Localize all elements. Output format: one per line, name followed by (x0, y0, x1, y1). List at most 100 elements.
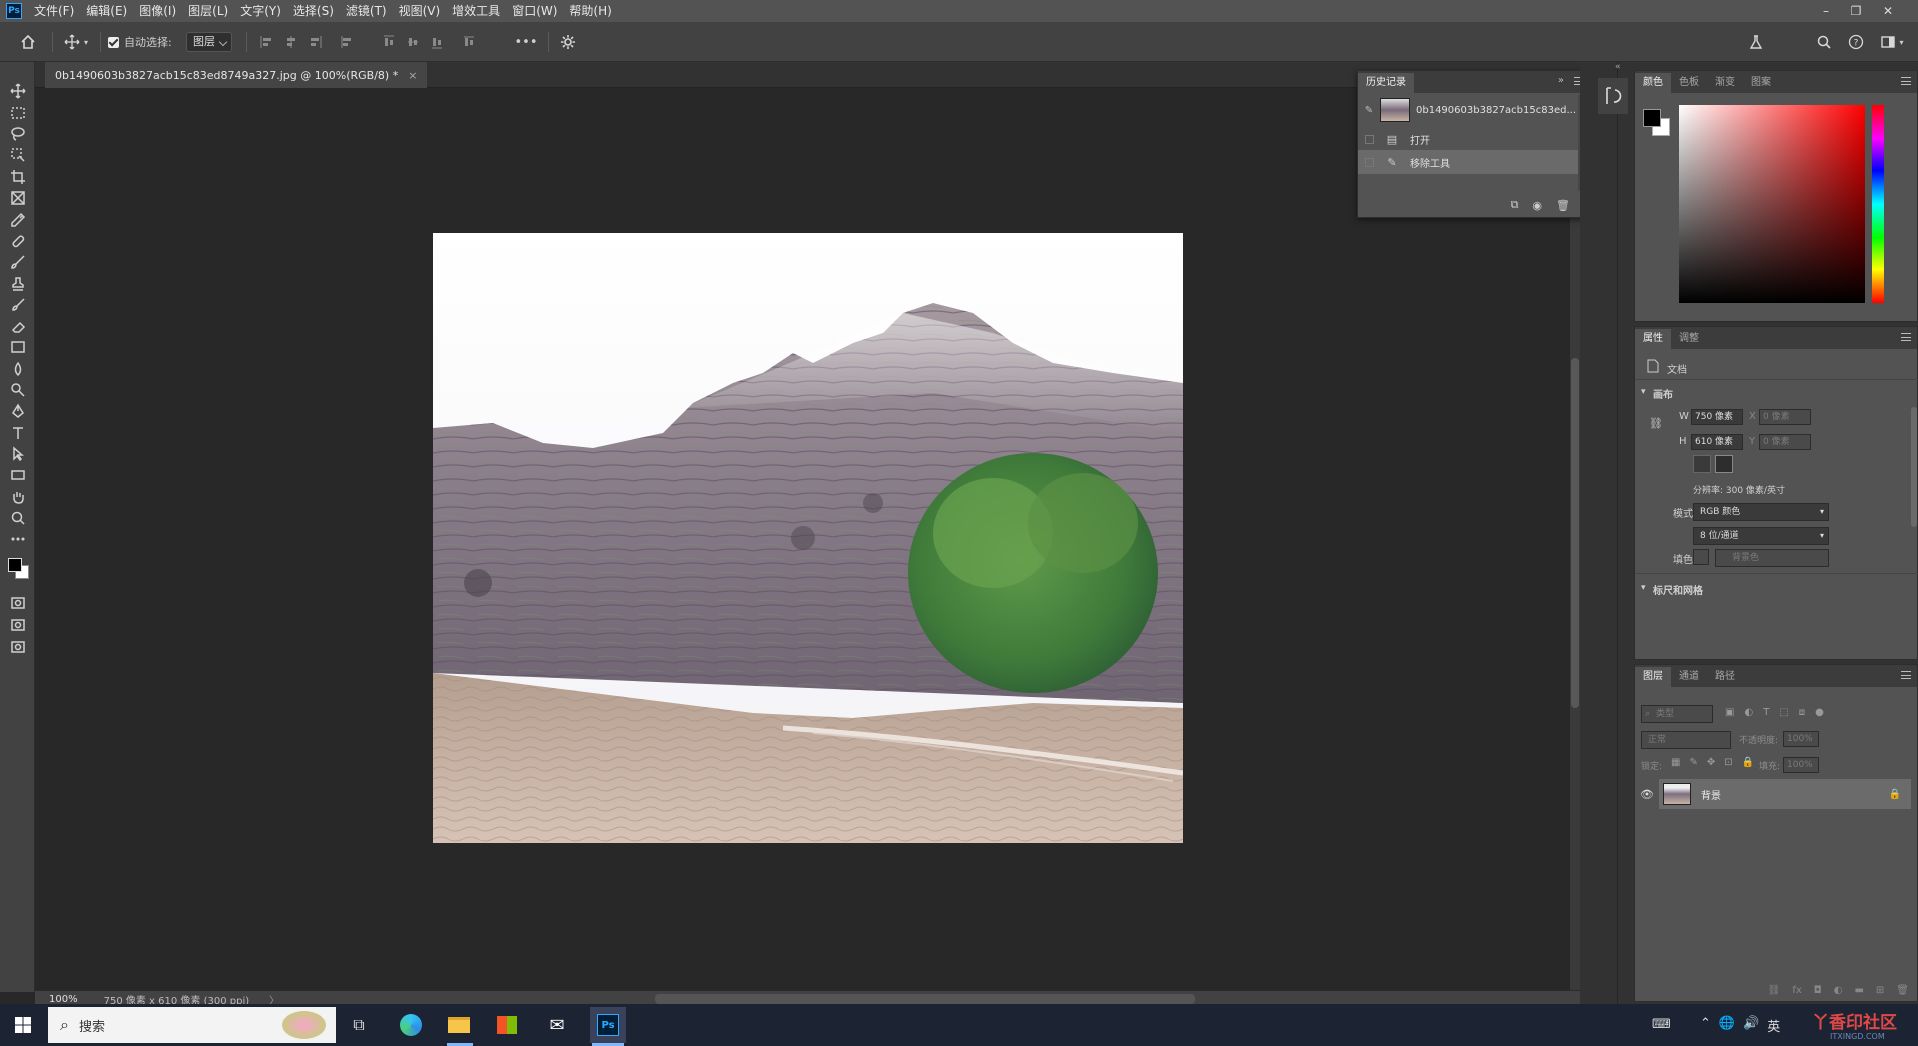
foreground-color-swatch-front[interactable] (1643, 109, 1661, 127)
blur-tool[interactable] (6, 358, 30, 380)
width-field[interactable]: 750 像素 (1691, 409, 1743, 425)
zoom-tool[interactable] (6, 507, 30, 529)
file-explorer-icon[interactable] (444, 1010, 474, 1040)
workspace-button[interactable]: ▾ (1874, 30, 1910, 54)
menu-item[interactable]: 文件(F) (28, 0, 80, 22)
path-selection-tool[interactable] (6, 443, 30, 465)
distribute-horizontal-icon[interactable] (460, 30, 478, 54)
type-filter-icon[interactable]: T (1763, 707, 1769, 718)
ime-indicator[interactable]: 英 (1767, 1016, 1780, 1035)
history-step[interactable]: ▤ 打开 (1358, 127, 1578, 151)
menu-item[interactable]: 文字(Y) (234, 0, 287, 22)
close-window-button[interactable]: ✕ (1874, 0, 1902, 22)
align-bottom-icon[interactable] (428, 30, 446, 54)
settings-button[interactable] (556, 30, 580, 54)
photoshop-taskbar-button[interactable]: Ps (590, 1007, 626, 1043)
fx-icon[interactable]: fx (1792, 985, 1801, 996)
menu-item[interactable]: 选择(S) (287, 0, 340, 22)
gradient-tool[interactable] (6, 336, 30, 358)
new-document-from-state-icon[interactable]: ⧉ (1511, 198, 1519, 212)
properties-scrollbar[interactable] (1911, 407, 1917, 527)
add-mask-icon[interactable]: ◘ (1814, 985, 1822, 996)
history-source-checkbox[interactable] (1358, 134, 1380, 144)
color-saturation-field[interactable] (1679, 105, 1865, 303)
tab-layers-2[interactable]: 路径 (1707, 667, 1743, 687)
auto-select-checkbox[interactable]: 自动选择: (108, 30, 172, 54)
history-brush-source-icon[interactable]: ✎ (1358, 105, 1380, 116)
bit-depth-dropdown[interactable]: 8 位/通道 ▾ (1693, 527, 1829, 545)
pixel-filter-icon[interactable]: ▣ (1725, 707, 1734, 718)
history-panel-button[interactable] (1598, 78, 1628, 114)
collapse-panel-icon[interactable]: » (1558, 75, 1564, 86)
move-tool[interactable] (6, 80, 30, 102)
lock-all-icon[interactable]: 🔒 (1742, 757, 1754, 768)
shape-filter-icon[interactable]: ⬚ (1779, 707, 1788, 718)
panel-menu-icon[interactable] (1901, 333, 1911, 341)
tab-properties-0[interactable]: 属性 (1635, 329, 1671, 349)
tab-color-2[interactable]: 渐变 (1707, 73, 1743, 93)
tab-layers-1[interactable]: 通道 (1671, 667, 1707, 687)
minimize-button[interactable]: – (1812, 0, 1840, 22)
vertical-scroll-thumb[interactable] (1571, 358, 1579, 708)
tab-properties-1[interactable]: 调整 (1671, 329, 1707, 349)
eye-icon[interactable]: 👁 (1635, 788, 1659, 801)
panel-menu-icon[interactable] (1901, 671, 1911, 679)
adjustment-filter-icon[interactable]: ◐ (1744, 707, 1753, 718)
document-image[interactable] (433, 233, 1183, 843)
store-icon[interactable] (492, 1010, 522, 1040)
panel-menu-icon[interactable] (1901, 77, 1911, 85)
tab-color-3[interactable]: 图案 (1743, 73, 1779, 93)
horizontal-scroll-thumb[interactable] (655, 994, 1195, 1004)
tab-color-1[interactable]: 色板 (1671, 73, 1707, 93)
hand-tool[interactable] (6, 486, 30, 508)
canvas-section-title[interactable]: 画布 (1653, 386, 1673, 401)
marquee-tool[interactable] (6, 102, 30, 124)
document-tab[interactable]: 0b1490603b3827acb15c83ed8749a327.jpg @ 1… (45, 62, 428, 88)
menu-item[interactable]: 图层(L) (182, 0, 234, 22)
layer-row[interactable]: 👁 背景 🔒 (1635, 779, 1918, 809)
pen-tool[interactable] (6, 400, 30, 422)
more-options-button[interactable]: ••• (512, 30, 540, 54)
mode-dropdown[interactable]: RGB 颜色 ▾ (1693, 503, 1829, 521)
align-top-icon[interactable] (380, 30, 398, 54)
tray-expand-icon[interactable]: ⌃ (1700, 1016, 1711, 1035)
frame-tool[interactable] (6, 187, 30, 209)
align-left-icon[interactable] (258, 30, 276, 54)
chevron-down-icon[interactable]: ▾ (1641, 583, 1646, 593)
hue-slider[interactable] (1872, 105, 1884, 303)
beaker-button[interactable] (1744, 30, 1768, 54)
lasso-tool[interactable] (6, 123, 30, 145)
rulers-section-title[interactable]: 标尺和网格 (1653, 582, 1703, 597)
distribute-vertical-icon[interactable] (338, 30, 356, 54)
height-field[interactable]: 610 像素 (1691, 434, 1743, 450)
screen-mode-button[interactable] (6, 614, 30, 636)
type-tool[interactable] (6, 422, 30, 444)
menu-item[interactable]: 视图(V) (393, 0, 447, 22)
menu-item[interactable]: 窗口(W) (506, 0, 563, 22)
close-tab-icon[interactable]: × (408, 69, 417, 82)
tab-color-0[interactable]: 颜色 (1635, 73, 1671, 93)
trash-icon[interactable]: 🗑 (1896, 985, 1909, 996)
lock-position-icon[interactable]: ✥ (1707, 757, 1715, 768)
camera-icon[interactable]: ◉ (1532, 199, 1542, 212)
network-icon[interactable]: 🌐 (1719, 1016, 1735, 1035)
object-selection-tool[interactable] (6, 144, 30, 166)
align-right-icon[interactable] (306, 30, 324, 54)
portrait-orientation-button[interactable] (1693, 455, 1711, 473)
smart-object-filter-icon[interactable]: ⧈ (1799, 707, 1805, 718)
landscape-orientation-button[interactable] (1715, 455, 1733, 473)
chevron-down-icon[interactable]: ▾ (1641, 387, 1646, 397)
move-tool-preset[interactable]: ▾ (58, 30, 94, 54)
restore-button[interactable]: ❐ (1842, 0, 1870, 22)
share-button[interactable] (6, 636, 30, 658)
history-source-checkbox[interactable] (1358, 157, 1380, 167)
collapse-dock-icon[interactable]: « (1615, 62, 1621, 72)
auto-select-target-dropdown[interactable]: 图层 (186, 30, 232, 54)
edge-icon[interactable] (396, 1010, 426, 1040)
volume-icon[interactable]: 🔊 (1743, 1016, 1759, 1035)
tab-layers-0[interactable]: 图层 (1635, 667, 1671, 687)
menu-item[interactable]: 滤镜(T) (340, 0, 393, 22)
start-button[interactable] (8, 1010, 38, 1040)
mail-icon[interactable]: ✉ (542, 1010, 572, 1040)
rectangle-tool[interactable] (6, 464, 30, 486)
